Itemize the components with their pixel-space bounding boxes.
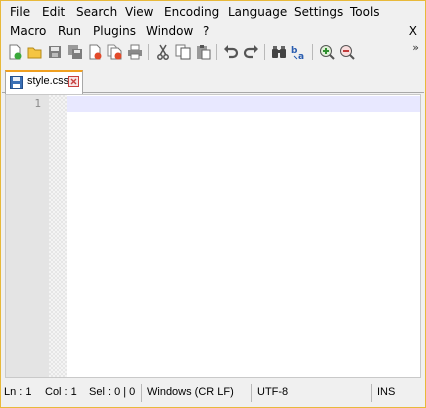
menu-plugins[interactable]: Plugins (91, 22, 138, 41)
status-bar: Ln : 1 Col : 1 Sel : 0 | 0 Windows (CR L… (1, 381, 425, 405)
save-all-button[interactable] (66, 42, 84, 62)
save-button[interactable] (46, 42, 64, 62)
tab-close-icon[interactable] (68, 76, 79, 87)
menu-search[interactable]: Search (74, 3, 119, 22)
close-file-icon (89, 44, 102, 60)
paste-button[interactable] (194, 42, 212, 62)
toolbar: ba » (1, 41, 425, 65)
close-document-button[interactable]: X (409, 22, 417, 41)
zoom-out-button[interactable] (338, 42, 356, 62)
printer-icon (128, 44, 142, 60)
new-file-icon (9, 44, 22, 60)
menu-language[interactable]: Language (226, 3, 289, 22)
menu-help[interactable]: ? (201, 22, 211, 41)
print-button[interactable] (126, 42, 144, 62)
close-button[interactable] (86, 42, 104, 62)
menu-window[interactable]: Window (144, 22, 195, 41)
zoom-out-icon (340, 45, 355, 60)
cut-button[interactable] (154, 42, 172, 62)
save-state-icon (10, 76, 23, 89)
scissors-icon (157, 44, 169, 60)
tab-style-css[interactable]: style.css (5, 70, 83, 94)
menu-macro[interactable]: Macro (8, 22, 48, 41)
menu-tools[interactable]: Tools (348, 3, 382, 22)
zoom-in-icon (320, 45, 335, 60)
status-separator (141, 384, 142, 402)
toolbar-separator (312, 44, 313, 60)
open-folder-icon (27, 47, 42, 59)
zoom-in-button[interactable] (318, 42, 336, 62)
copy-button[interactable] (174, 42, 192, 62)
save-icon (49, 46, 61, 58)
status-separator (371, 384, 372, 402)
redo-icon (243, 45, 258, 59)
toolbar-separator (264, 44, 265, 60)
status-column: Col : 1 (45, 386, 77, 398)
text-editor[interactable]: 1 (5, 94, 421, 378)
new-file-button[interactable] (6, 42, 24, 62)
status-encoding: UTF-8 (257, 386, 289, 398)
tab-bar: style.css (2, 68, 424, 94)
status-selection: Sel : 0 | 0 (89, 386, 136, 398)
undo-icon (224, 45, 239, 59)
toolbar-separator (216, 44, 217, 60)
toolbar-separator (148, 44, 149, 60)
find-button[interactable] (270, 42, 288, 62)
status-separator (251, 384, 252, 402)
close-all-button[interactable] (106, 42, 124, 62)
status-line: Ln : 1 (4, 386, 32, 398)
replace-button[interactable]: ba (290, 42, 308, 62)
line-number: 1 (34, 97, 41, 110)
paste-icon (197, 45, 211, 60)
open-file-button[interactable] (26, 42, 44, 62)
tab-label: style.css (27, 75, 70, 87)
menu-settings[interactable]: Settings (292, 3, 345, 22)
fold-margin[interactable] (49, 95, 67, 377)
undo-button[interactable] (222, 42, 240, 62)
binoculars-icon (272, 46, 286, 58)
line-number-gutter: 1 (6, 95, 49, 377)
current-line-highlight (67, 96, 420, 112)
menu-bar-row-2: Macro Run Plugins Window ? X (1, 22, 425, 41)
menu-run[interactable]: Run (56, 22, 83, 41)
svg-text:a: a (298, 52, 304, 60)
copy-icon (175, 44, 191, 60)
save-all-icon (68, 45, 82, 59)
notepad-window: File Edit Search View Encoding Language … (0, 0, 426, 408)
menu-bar-row-1: File Edit Search View Encoding Language … (1, 3, 425, 22)
status-eol[interactable]: Windows (CR LF) (147, 386, 234, 398)
menu-file[interactable]: File (8, 3, 32, 22)
status-insert-mode: INS (377, 386, 396, 398)
replace-icon: ba (291, 46, 304, 60)
svg-text:b: b (291, 46, 298, 56)
menu-encoding[interactable]: Encoding (162, 3, 221, 22)
toolbar-overflow-icon[interactable]: » (412, 41, 419, 54)
menu-edit[interactable]: Edit (40, 3, 67, 22)
redo-button[interactable] (242, 42, 260, 62)
menu-view[interactable]: View (123, 3, 155, 22)
close-all-icon (107, 44, 122, 60)
